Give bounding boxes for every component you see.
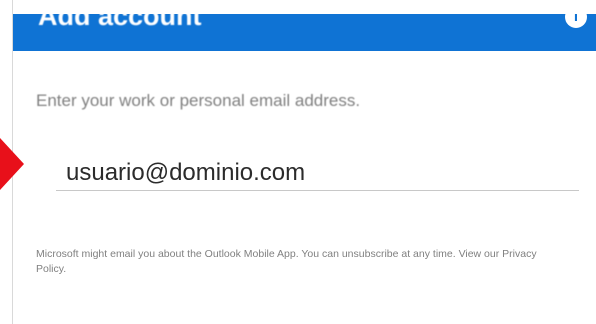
info-icon[interactable]: i (565, 14, 587, 28)
email-field[interactable] (56, 155, 579, 191)
marketing-disclaimer: Microsoft might email you about the Outl… (36, 247, 566, 277)
red-pointer-arrow-icon (0, 138, 24, 190)
screen: Add account i Enter your work or persona… (0, 0, 596, 324)
disclaimer-text: Microsoft might email you about the Outl… (36, 248, 503, 260)
add-account-card: Add account i Enter your work or persona… (12, 0, 596, 324)
disclaimer-suffix: . (63, 263, 67, 275)
dialog-header: Add account i (13, 14, 596, 51)
page-title: Add account (38, 14, 202, 31)
email-instruction: Enter your work or personal email addres… (36, 91, 361, 110)
